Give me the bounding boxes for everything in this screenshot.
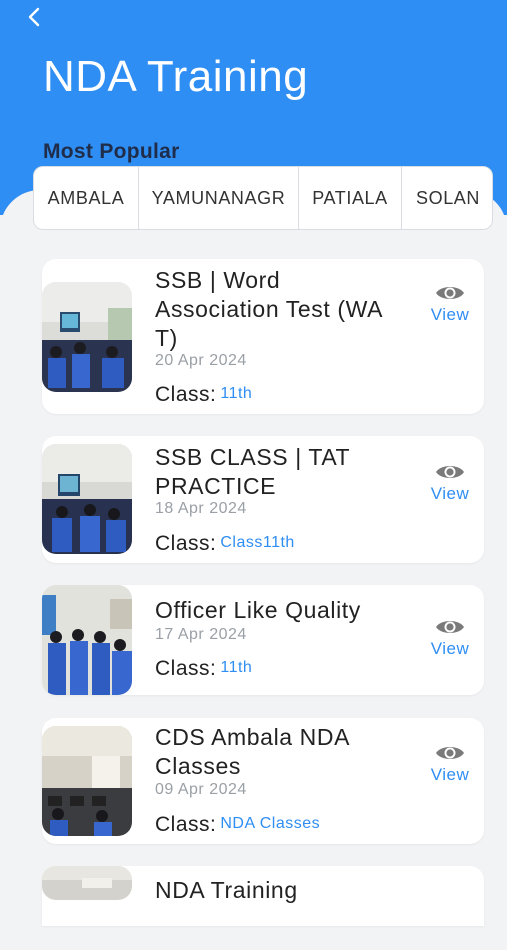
class-label: Class: <box>155 813 217 836</box>
item-thumbnail <box>42 585 132 695</box>
view-label: View <box>430 305 470 324</box>
eye-icon <box>436 287 464 299</box>
item-title: SSB CLASS | TAT PRACTICE <box>155 444 350 499</box>
list-item[interactable]: Officer Like Quality 17 Apr 2024 Class: 1… <box>42 585 484 695</box>
item-date: 20 Apr 2024 <box>155 352 247 369</box>
class-value: 11th <box>220 385 253 402</box>
class-value: 11th <box>220 659 253 676</box>
item-title: SSB | Word Association Test (WA T) <box>155 267 382 351</box>
chevron-left-icon <box>28 7 40 27</box>
eye-icon <box>436 747 464 759</box>
tab-ambala[interactable]: AMBALA <box>34 167 139 229</box>
tab-patiala[interactable]: PATIALA <box>299 167 402 229</box>
location-tabs: AMBALA YAMUNANAGR PATIALA SOLAN <box>33 166 493 230</box>
back-button[interactable] <box>22 4 46 30</box>
item-date: 17 Apr 2024 <box>155 626 247 643</box>
view-button[interactable]: View <box>426 283 474 339</box>
class-label: Class: <box>155 532 217 555</box>
item-title: Officer Like Quality <box>155 597 361 623</box>
item-title: NDA Training <box>155 877 298 903</box>
view-label: View <box>430 639 470 658</box>
view-button[interactable]: View <box>426 462 474 518</box>
section-label-most-popular: Most Popular <box>43 140 180 163</box>
list-item[interactable]: SSB CLASS | TAT PRACTICE 18 Apr 2024 Cla… <box>42 436 484 563</box>
list-item[interactable]: SSB | Word Association Test (WA T) 20 Ap… <box>42 259 484 414</box>
view-button[interactable]: View <box>426 617 474 673</box>
view-label: View <box>430 484 470 503</box>
item-class: Class: Class11th <box>155 532 295 556</box>
list-item[interactable]: NDA Training <box>42 866 484 926</box>
eye-icon <box>436 621 464 633</box>
item-thumbnail <box>42 726 132 836</box>
list-item[interactable]: CDS Ambala NDA Classes 09 Apr 2024 Class… <box>42 718 484 844</box>
view-label: View <box>430 765 470 784</box>
class-value: NDA Classes <box>220 815 321 832</box>
tab-yamunanagr[interactable]: YAMUNANAGR <box>139 167 299 229</box>
item-date: 18 Apr 2024 <box>155 500 247 517</box>
item-class: Class: NDA Classes <box>155 813 320 837</box>
item-thumbnail <box>42 866 132 900</box>
item-class: Class: 11th <box>155 657 252 681</box>
class-value: Class11th <box>220 534 295 551</box>
item-title: CDS Ambala NDA Classes <box>155 724 349 779</box>
eye-icon <box>436 466 464 478</box>
tab-solan[interactable]: SOLAN <box>402 167 492 229</box>
view-button[interactable]: View <box>426 743 474 799</box>
item-thumbnail <box>42 282 132 392</box>
item-thumbnail <box>42 444 132 554</box>
item-date: 09 Apr 2024 <box>155 781 247 798</box>
class-label: Class: <box>155 383 217 406</box>
class-label: Class: <box>155 657 217 680</box>
item-class: Class: 11th <box>155 383 252 407</box>
page-title: NDA Training <box>43 52 309 101</box>
